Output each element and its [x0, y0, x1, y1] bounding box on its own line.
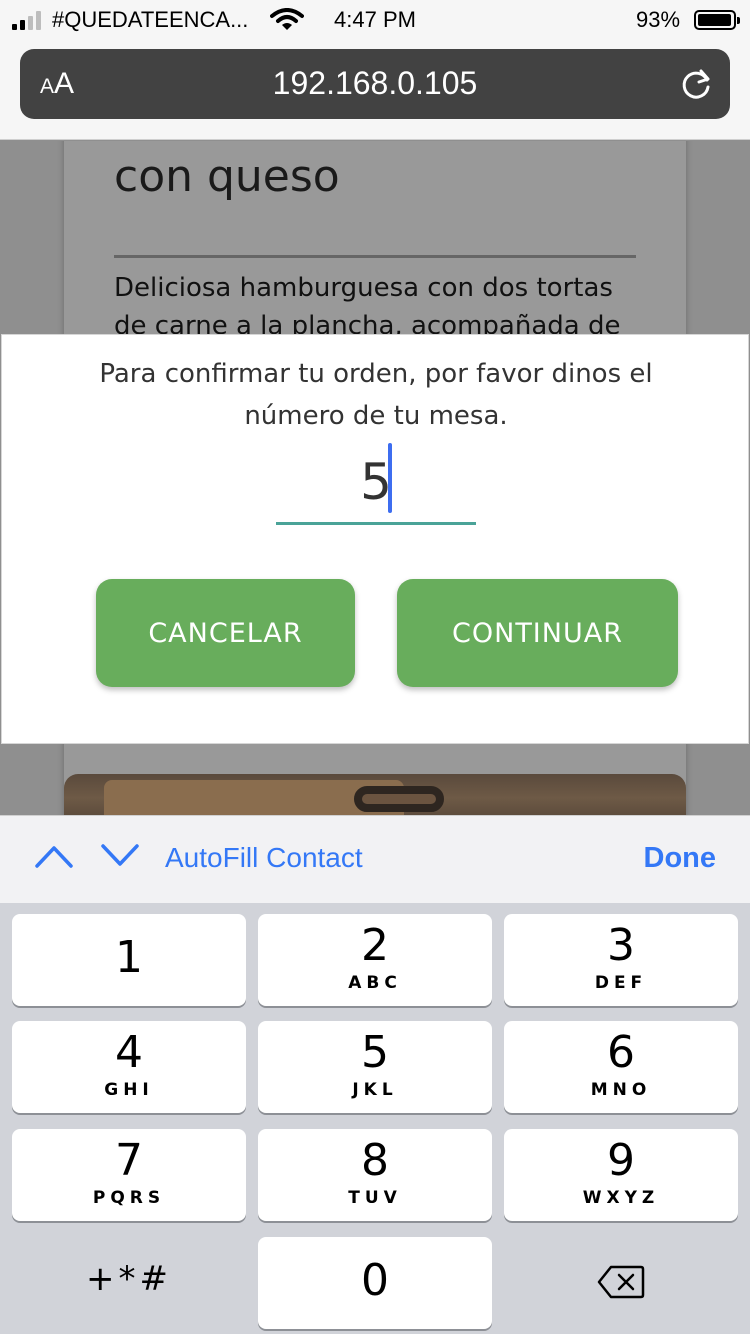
product-image — [64, 774, 686, 815]
status-bar: #QUEDATEENCA... 4:47 PM 93% — [0, 0, 750, 40]
product-title: con queso — [114, 151, 340, 202]
text-cursor — [388, 443, 392, 513]
chevron-down-icon[interactable] — [100, 842, 140, 870]
address-bar[interactable]: AA 192.168.0.105 — [20, 49, 730, 119]
battery-percentage: 93% — [636, 7, 681, 32]
key-5[interactable]: 5 JKL — [258, 1021, 492, 1113]
key-1[interactable]: 1 — [12, 914, 246, 1006]
key-7[interactable]: 7 PQRS — [12, 1129, 246, 1221]
cancel-button[interactable]: CANCELAR — [96, 579, 355, 687]
battery-icon — [694, 10, 740, 30]
key-4[interactable]: 4 GHI — [12, 1021, 246, 1113]
browser-toolbar: AA 192.168.0.105 — [0, 40, 750, 140]
chevron-up-icon[interactable] — [34, 842, 74, 870]
reload-icon[interactable] — [680, 67, 714, 101]
numeric-keypad: 1 2 ABC 3 DEF 4 GHI 5 JKL 6 MNO 7 PQRS 8… — [0, 903, 750, 1334]
done-button[interactable]: Done — [644, 842, 717, 875]
continue-button[interactable]: CONTINUAR — [397, 579, 678, 687]
table-number-value: 5 — [360, 453, 392, 511]
table-number-input[interactable]: 5 — [276, 443, 476, 525]
dialog-message: Para confirmar tu orden, por favor dinos… — [99, 359, 653, 431]
url-text[interactable]: 192.168.0.105 — [20, 65, 730, 102]
key-9[interactable]: 9 WXYZ — [504, 1129, 738, 1221]
key-2[interactable]: 2 ABC — [258, 914, 492, 1006]
key-symbols[interactable]: +*# — [12, 1237, 246, 1329]
key-0[interactable]: 0 — [258, 1237, 492, 1329]
divider — [114, 255, 636, 258]
key-3[interactable]: 3 DEF — [504, 914, 738, 1006]
keyboard-accessory-bar: AutoFill Contact Done — [0, 815, 750, 903]
key-8[interactable]: 8 TUV — [258, 1129, 492, 1221]
table-number-dialog: Para confirmar tu orden, por favor dinos… — [1, 334, 749, 744]
backspace-icon — [597, 1265, 645, 1299]
autofill-contact-button[interactable]: AutoFill Contact — [165, 842, 363, 874]
key-6[interactable]: 6 MNO — [504, 1021, 738, 1113]
key-delete[interactable] — [504, 1237, 738, 1329]
